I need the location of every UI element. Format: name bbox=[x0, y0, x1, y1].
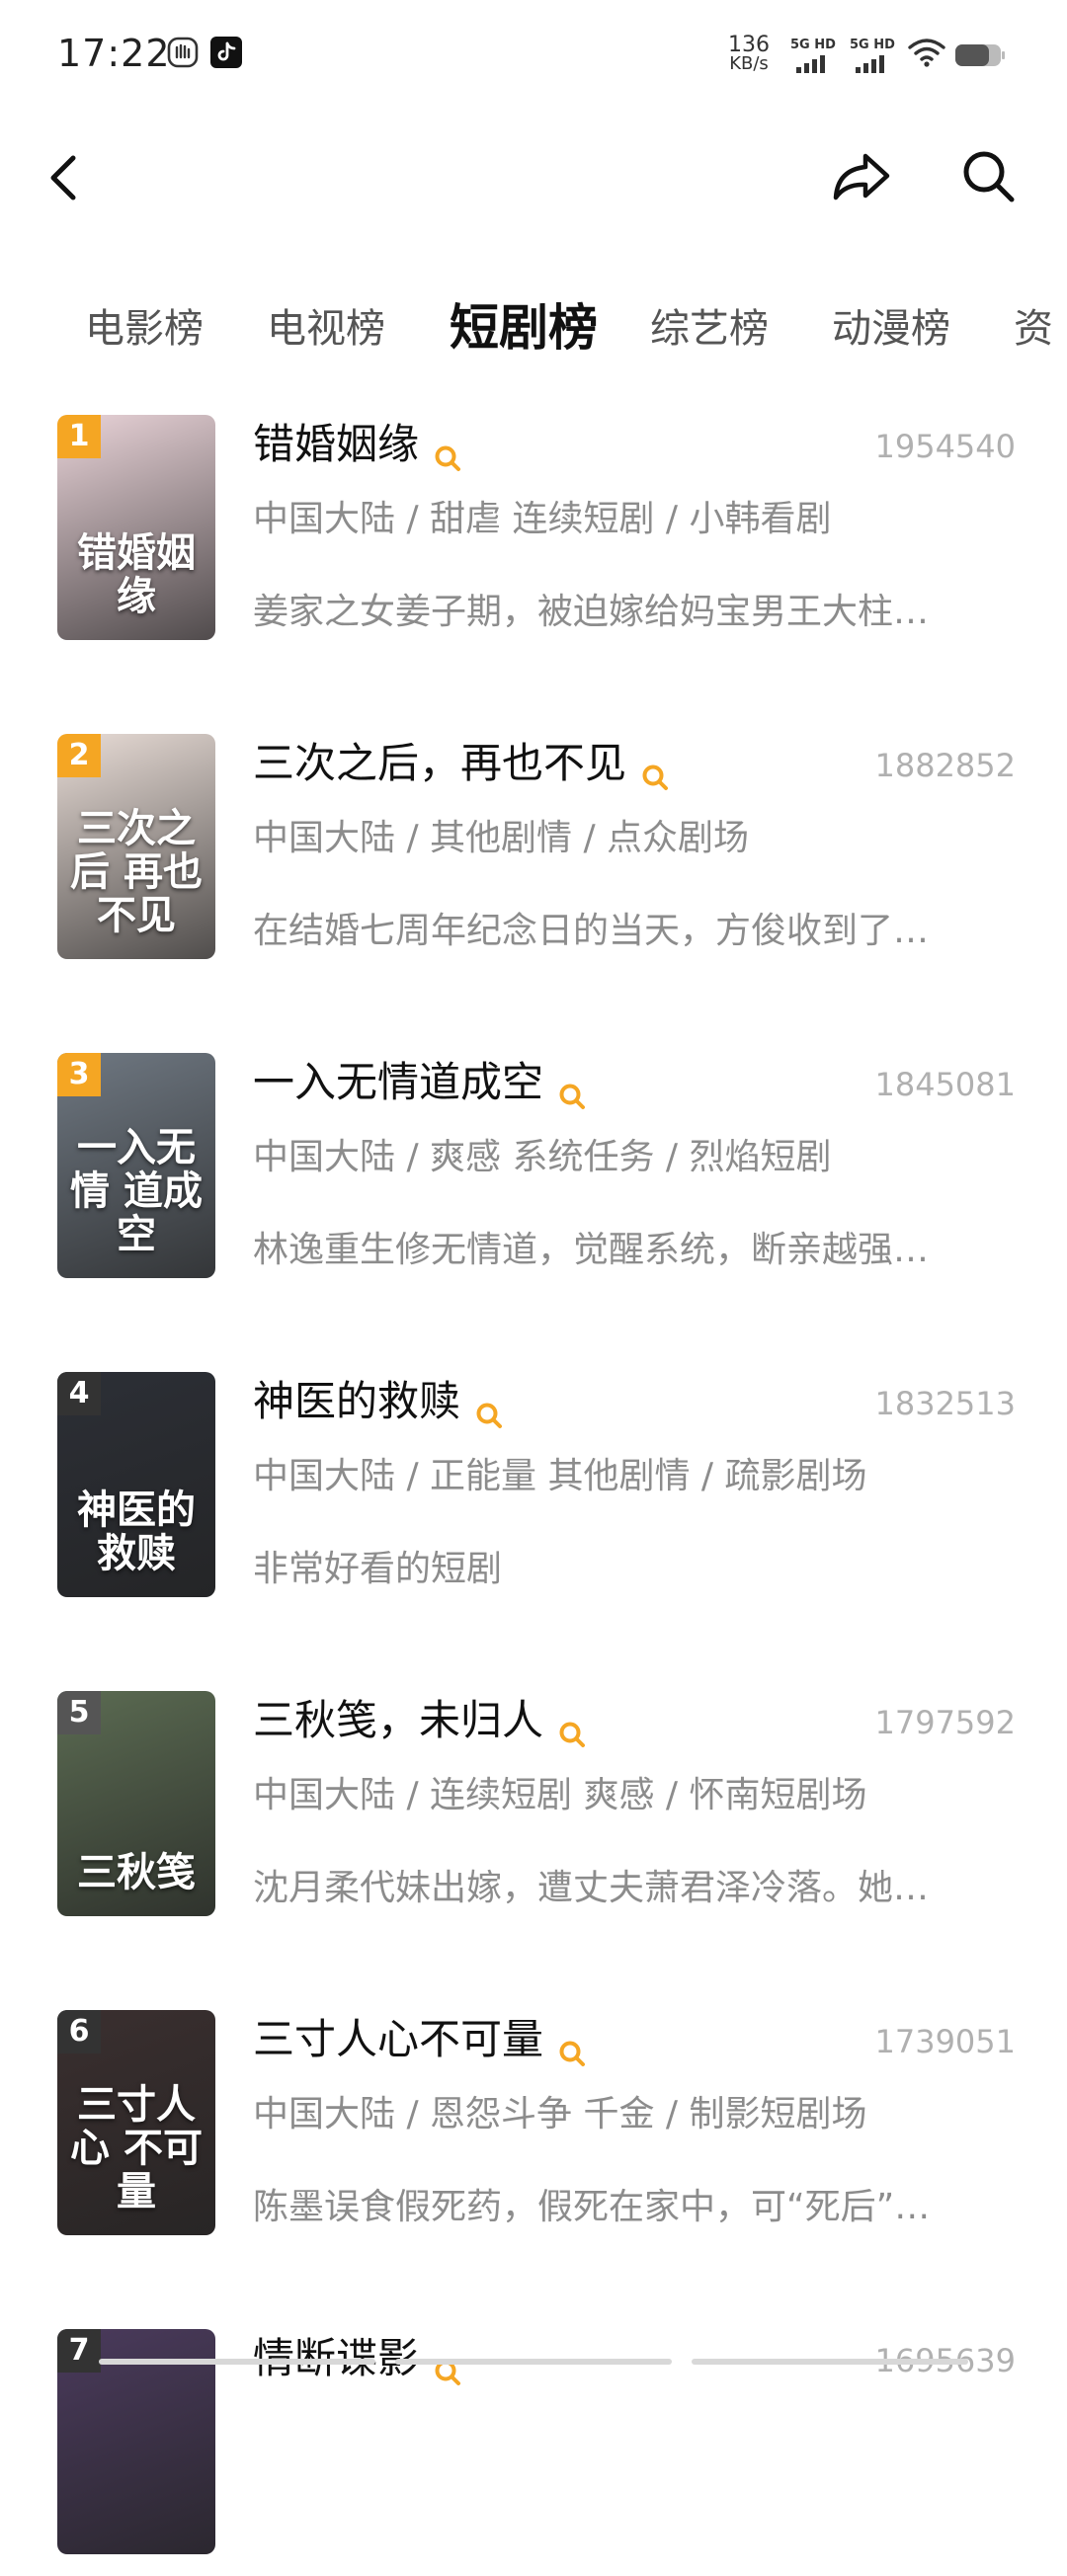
heat-score: 1739051 bbox=[874, 2023, 1016, 2060]
sim2-label: 5G HD bbox=[850, 38, 895, 52]
status-time: 17:22 bbox=[57, 32, 171, 75]
item-title[interactable]: 三次之后，再也不见 bbox=[253, 734, 670, 793]
tab-tv[interactable]: 电视榜 bbox=[267, 296, 385, 354]
ranking-tabs: 电影榜 电视榜 短剧榜 综艺榜 动漫榜 资 bbox=[0, 277, 1067, 365]
item-meta: 中国大陆 / 连续短剧 爽感 / 怀南短剧场 bbox=[253, 1775, 867, 1815]
heat-score: 1797592 bbox=[874, 1704, 1016, 1741]
item-title-text: 三次之后，再也不见 bbox=[253, 739, 627, 787]
search-icon[interactable] bbox=[557, 2025, 587, 2066]
list-item[interactable]: 7情断谍影1695639 bbox=[0, 2329, 1067, 2576]
search-icon[interactable] bbox=[557, 1706, 587, 1747]
heat-score: 1832513 bbox=[874, 1385, 1016, 1422]
signal-bars-icon bbox=[796, 55, 825, 73]
item-description: 陈墨误食假死药，假死在家中，可“死后”… bbox=[253, 2187, 931, 2227]
item-title-text: 神医的救赎 bbox=[253, 1377, 461, 1425]
scroll-indicator bbox=[99, 2359, 968, 2365]
network-speed-value: 136 bbox=[728, 33, 770, 57]
poster-title: 一入无情 道成空 bbox=[70, 1125, 203, 1257]
rank-badge: 1 bbox=[57, 415, 101, 458]
item-meta: 中国大陆 / 恩怨斗争 千金 / 制影短剧场 bbox=[253, 2094, 867, 2134]
poster-title: 神医的救赎 bbox=[77, 1488, 196, 1576]
item-description: 非常好看的短剧 bbox=[253, 1549, 503, 1589]
item-title[interactable]: 三寸人心不可量 bbox=[253, 2010, 587, 2069]
poster-image[interactable]: 1 错婚姻缘 bbox=[57, 415, 215, 640]
sim1-label: 5G HD bbox=[790, 38, 836, 52]
list-item[interactable]: 6 三寸人心 不可量 三寸人心不可量 1739051 中国大陆 / 恩怨斗争 千金 / … bbox=[0, 2010, 1067, 2257]
item-title-text: 错婚姻缘 bbox=[253, 420, 420, 468]
tiktok-icon bbox=[210, 37, 242, 68]
poster-title: 三次之后 再也不见 bbox=[70, 806, 203, 938]
tab-anime[interactable]: 动漫榜 bbox=[832, 296, 950, 354]
item-title-text: 三寸人心不可量 bbox=[253, 2015, 544, 2063]
item-description: 在结婚七周年纪念日的当天，方俊收到了… bbox=[253, 911, 930, 951]
heat-score: 1882852 bbox=[874, 747, 1016, 784]
rank-badge: 4 bbox=[57, 1372, 101, 1415]
rank-badge: 3 bbox=[57, 1053, 101, 1096]
poster-title: 错婚姻缘 bbox=[77, 530, 196, 619]
search-icon[interactable] bbox=[474, 1387, 504, 1428]
wifi-icon bbox=[908, 39, 945, 67]
heat-score: 1954540 bbox=[874, 428, 1016, 465]
item-title[interactable]: 三秋笺，未归人 bbox=[253, 1691, 587, 1750]
network-speed-unit: KB/s bbox=[729, 53, 769, 74]
signal-sim2: 5G HD bbox=[850, 38, 895, 73]
search-icon[interactable] bbox=[433, 430, 462, 471]
item-meta: 中国大陆 / 甜虐 连续短剧 / 小韩看剧 bbox=[253, 499, 832, 539]
tab-movie[interactable]: 电影榜 bbox=[85, 296, 204, 354]
status-bar: 17:22 136 KB/s 5G HD 5G HD bbox=[0, 0, 1067, 109]
poster-image[interactable]: 2 三次之后 再也不见 bbox=[57, 734, 215, 959]
poster-title: 三秋笺 bbox=[77, 1850, 196, 1895]
signal-bars-icon bbox=[856, 55, 884, 73]
item-title-text: 一入无情道成空 bbox=[253, 1058, 544, 1106]
list-item[interactable]: 5 三秋笺 三秋笺，未归人 1797592 中国大陆 / 连续短剧 爽感 / 怀南短剧场… bbox=[0, 1691, 1067, 1938]
item-title[interactable]: 一入无情道成空 bbox=[253, 1053, 587, 1112]
list-item[interactable]: 1 错婚姻缘 错婚姻缘 1954540 中国大陆 / 甜虐 连续短剧 / 小韩看剧 姜家之… bbox=[0, 415, 1067, 662]
battery-icon bbox=[955, 44, 1005, 66]
signal-sim1: 5G HD bbox=[790, 38, 836, 73]
tab-variety[interactable]: 综艺榜 bbox=[650, 296, 769, 354]
poster-image[interactable]: 3 一入无情 道成空 bbox=[57, 1053, 215, 1278]
item-meta: 中国大陆 / 其他剧情 / 点众剧场 bbox=[253, 818, 750, 858]
share-button[interactable] bbox=[830, 146, 893, 205]
network-speed: 136 KB/s bbox=[728, 33, 770, 74]
list-item[interactable]: 2 三次之后 再也不见 三次之后，再也不见 1882852 中国大陆 / 其他剧情 / … bbox=[0, 734, 1067, 981]
item-description: 姜家之女姜子期，被迫嫁给妈宝男王大柱… bbox=[253, 592, 930, 632]
item-title[interactable]: 错婚姻缘 bbox=[253, 415, 462, 474]
item-title[interactable]: 神医的救赎 bbox=[253, 1372, 504, 1431]
rank-badge: 5 bbox=[57, 1691, 101, 1734]
rank-badge: 7 bbox=[57, 2329, 101, 2373]
tab-more[interactable]: 资 bbox=[1014, 296, 1053, 354]
tab-short-drama[interactable]: 短剧榜 bbox=[450, 288, 598, 360]
search-icon[interactable] bbox=[557, 1068, 587, 1109]
item-description: 沈月柔代妹出嫁，遭丈夫萧君泽冷落。她… bbox=[253, 1868, 930, 1908]
poster-image[interactable]: 4 神医的救赎 bbox=[57, 1372, 215, 1597]
heat-score: 1845081 bbox=[874, 1066, 1016, 1103]
list-item[interactable]: 4 神医的救赎 神医的救赎 1832513 中国大陆 / 正能量 其他剧情 / 疏影剧场… bbox=[0, 1372, 1067, 1619]
item-description: 林逸重生修无情道，觉醒系统，断亲越强… bbox=[253, 1230, 930, 1270]
poster-image[interactable]: 6 三寸人心 不可量 bbox=[57, 2010, 215, 2235]
list-item[interactable]: 3 一入无情 道成空 一入无情道成空 1845081 中国大陆 / 爽感 系统任务 / … bbox=[0, 1053, 1067, 1300]
item-meta: 中国大陆 / 爽感 系统任务 / 烈焰短剧 bbox=[253, 1137, 832, 1177]
item-title-text: 三秋笺，未归人 bbox=[253, 1696, 544, 1744]
search-icon[interactable] bbox=[640, 749, 670, 790]
search-button[interactable] bbox=[958, 146, 1018, 205]
back-button[interactable] bbox=[40, 148, 89, 207]
poster-image[interactable]: 5 三秋笺 bbox=[57, 1691, 215, 1916]
rank-badge: 6 bbox=[57, 2010, 101, 2053]
gesture-icon bbox=[167, 37, 199, 68]
item-meta: 中国大陆 / 正能量 其他剧情 / 疏影剧场 bbox=[253, 1456, 867, 1496]
poster-title: 三寸人心 不可量 bbox=[70, 2082, 203, 2214]
rank-badge: 2 bbox=[57, 734, 101, 777]
